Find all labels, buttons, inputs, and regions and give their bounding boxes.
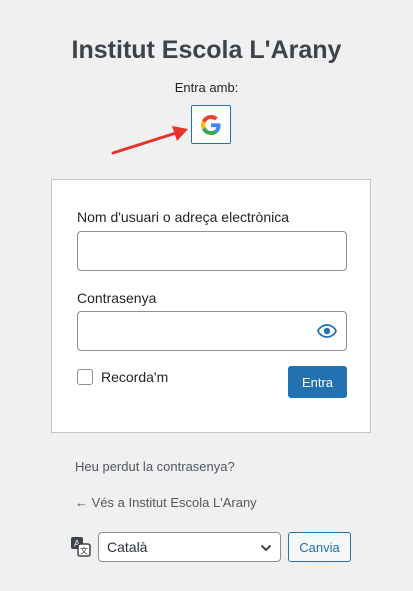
login-submit-button[interactable]: Entra bbox=[288, 366, 347, 398]
remember-me-checkbox[interactable] bbox=[77, 369, 93, 385]
language-selected-value: Català bbox=[107, 539, 148, 555]
password-label: Contrasenya bbox=[77, 290, 157, 306]
remember-me-label: Recorda'm bbox=[101, 369, 169, 385]
annotation-arrow bbox=[111, 126, 188, 155]
back-to-site-link[interactable]: ← Vés a Institut Escola L'Arany bbox=[75, 495, 257, 510]
show-password-button[interactable] bbox=[314, 318, 340, 344]
login-form: Nom d'usuari o adreça electrònica Contra… bbox=[51, 179, 371, 433]
google-icon bbox=[201, 114, 221, 135]
site-title[interactable]: Institut Escola L'Arany bbox=[0, 36, 413, 65]
chevron-down-icon bbox=[260, 544, 272, 552]
google-login-button[interactable] bbox=[191, 105, 231, 144]
lost-password-link[interactable]: Heu perdut la contrasenya? bbox=[75, 459, 235, 474]
change-language-button[interactable]: Canvia bbox=[288, 532, 351, 562]
remember-me[interactable]: Recorda'm bbox=[77, 369, 168, 385]
language-select[interactable]: Català bbox=[98, 532, 281, 562]
svg-text:文: 文 bbox=[80, 546, 88, 556]
username-label: Nom d'usuari o adreça electrònica bbox=[77, 209, 290, 225]
eye-icon bbox=[317, 324, 337, 338]
social-login-label: Entra amb: bbox=[174, 80, 239, 95]
translation-icon: A 文 bbox=[71, 537, 91, 557]
password-input[interactable] bbox=[77, 311, 347, 351]
username-input[interactable] bbox=[77, 231, 347, 271]
